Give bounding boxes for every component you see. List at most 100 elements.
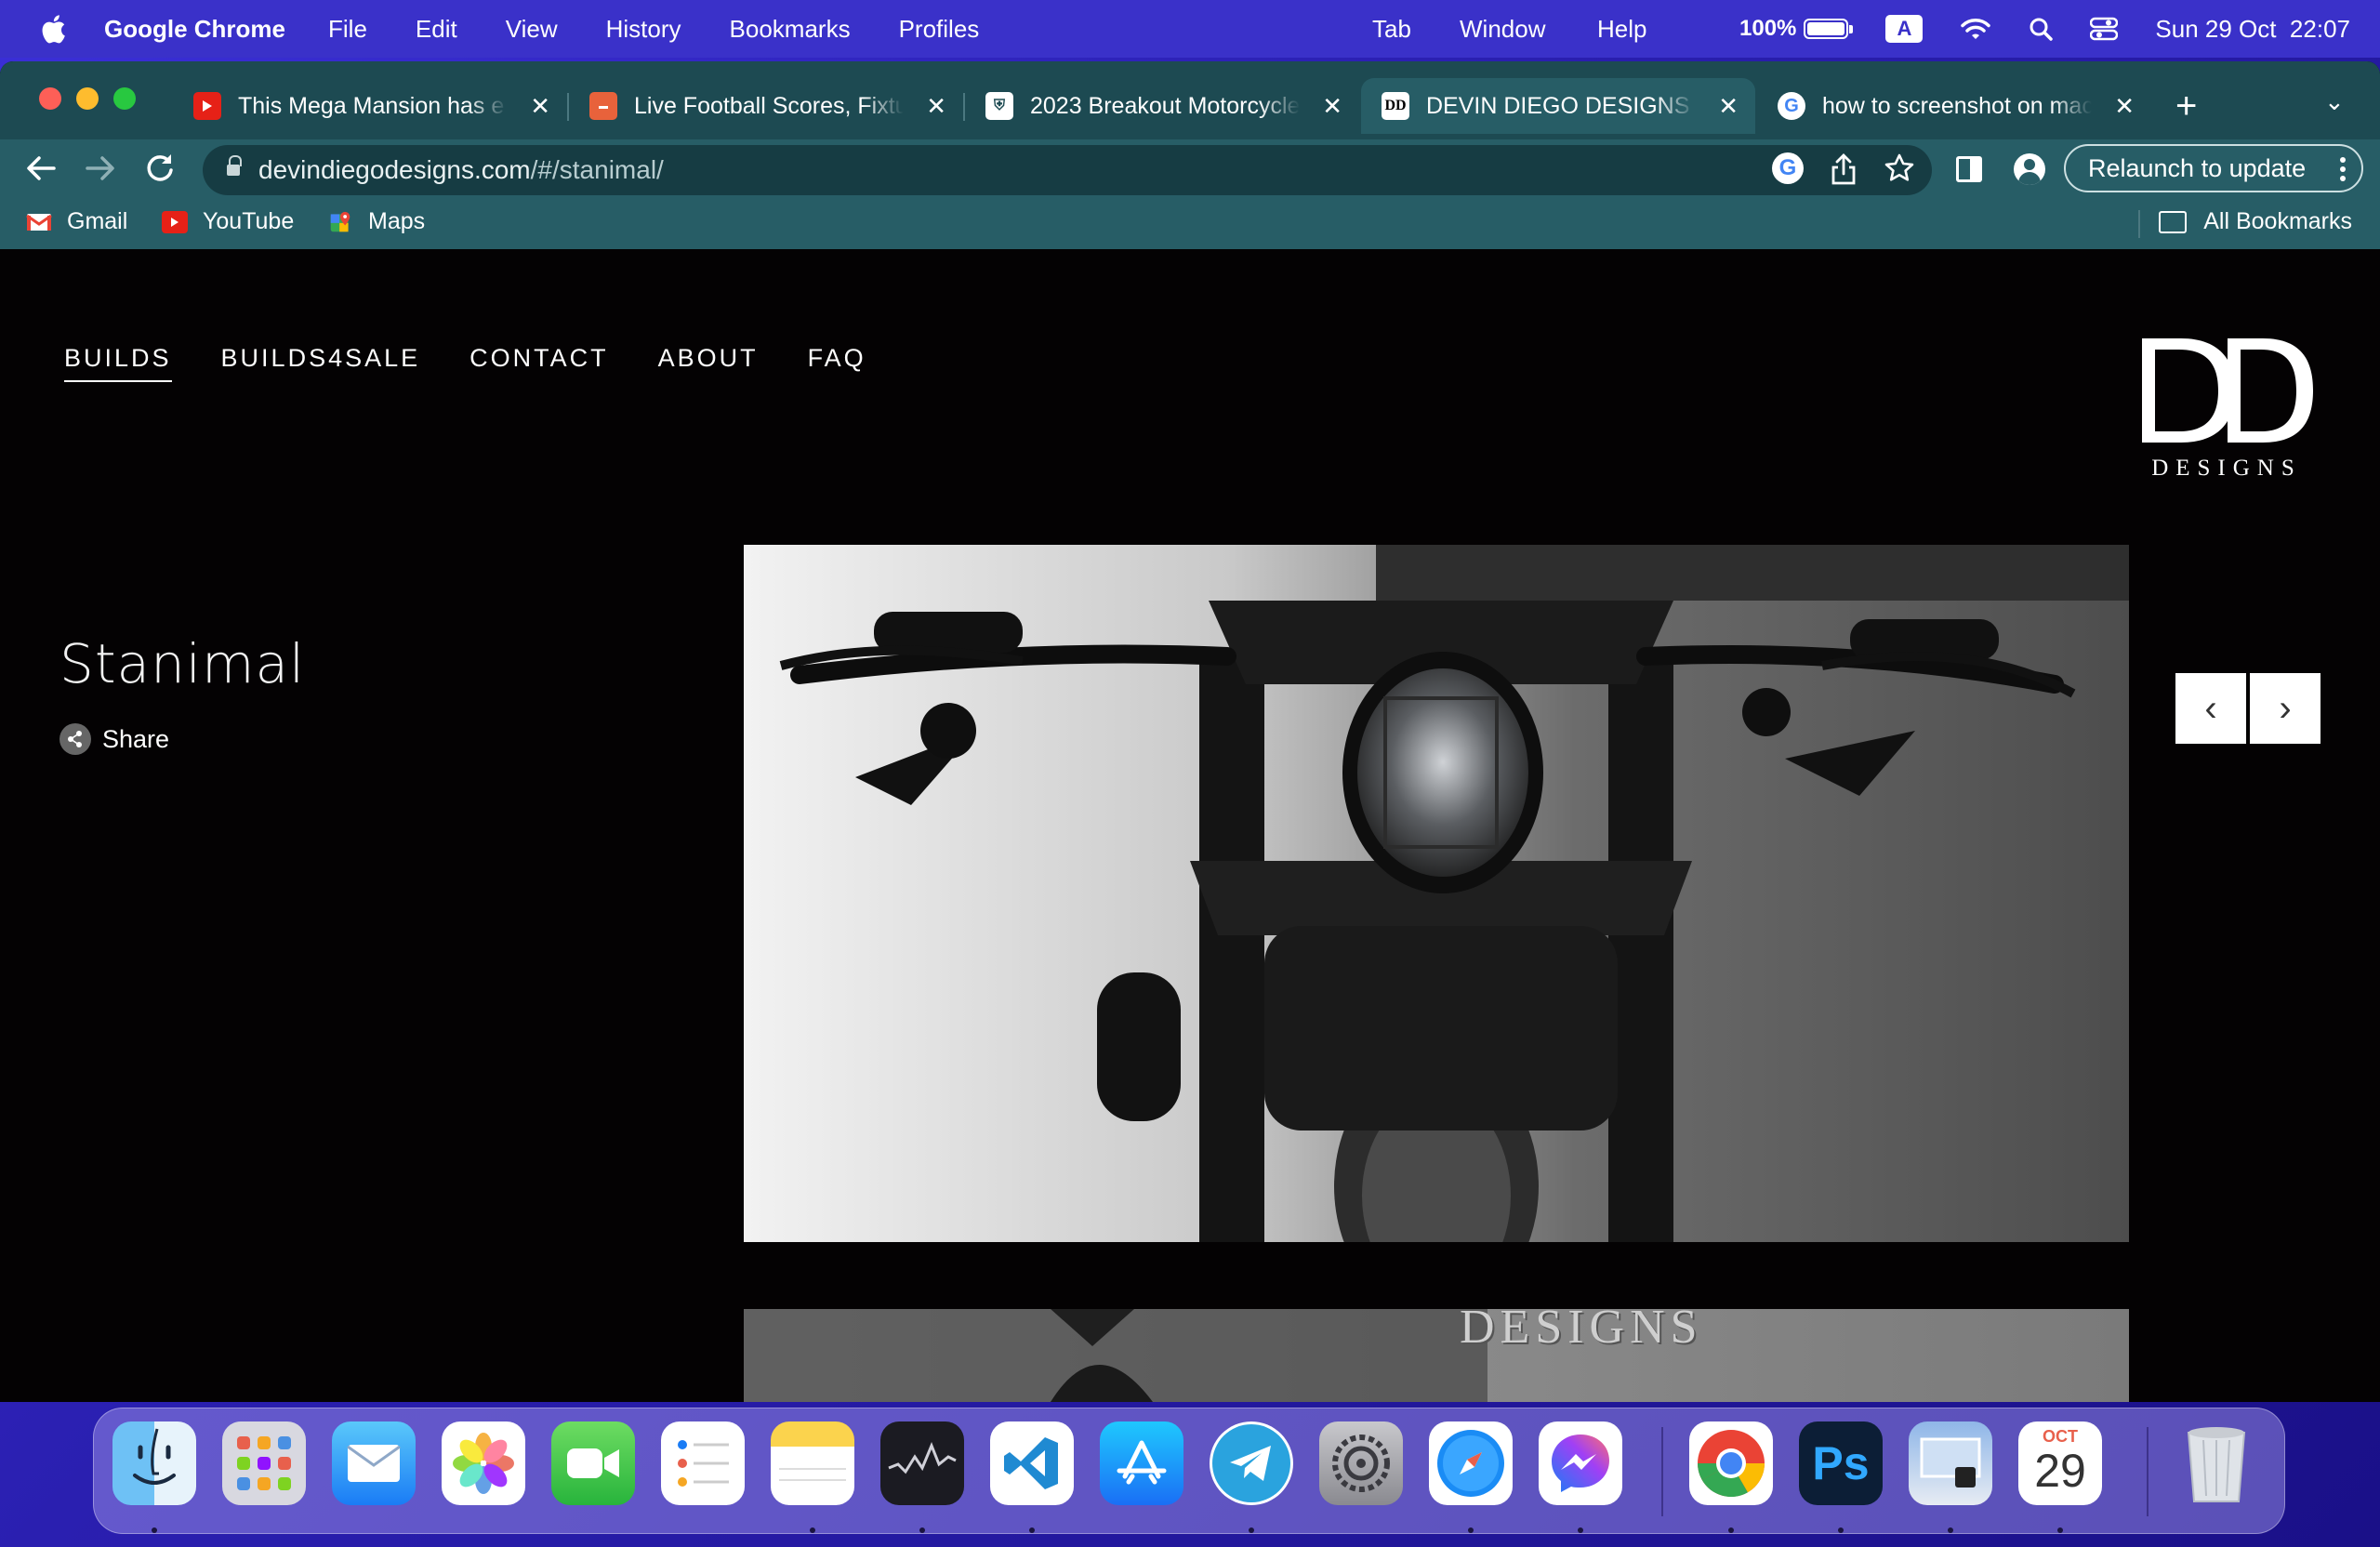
- calendar-icon[interactable]: OCT 29: [2018, 1421, 2102, 1505]
- bookmark-label: Maps: [368, 208, 426, 234]
- nav-faq[interactable]: FAQ: [808, 344, 866, 382]
- input-source-icon[interactable]: A: [1885, 15, 1924, 43]
- maps-icon: [330, 211, 350, 231]
- bookmarks-bar: Gmail YouTube Maps All Bookmarks: [0, 197, 2380, 249]
- reload-icon[interactable]: [141, 152, 178, 184]
- telegram-icon[interactable]: [1210, 1421, 1293, 1505]
- menu-file[interactable]: File: [328, 15, 367, 44]
- chrome-icon[interactable]: [1689, 1421, 1773, 1505]
- safari-icon[interactable]: [1429, 1421, 1513, 1505]
- dock-separator: [2147, 1427, 2149, 1516]
- side-panel-icon[interactable]: [1956, 156, 1982, 182]
- close-tab-icon[interactable]: ✕: [2114, 92, 2135, 121]
- livescore-icon: ▬: [589, 92, 617, 120]
- vscode-icon[interactable]: [990, 1421, 1074, 1505]
- lock-icon[interactable]: [227, 155, 242, 178]
- bookmarks-separator: [2138, 210, 2140, 238]
- photoshop-icon[interactable]: Ps: [1799, 1421, 1883, 1505]
- tab-title: how to screenshot on mac: [1822, 92, 2092, 119]
- battery-status[interactable]: 100%: [1739, 16, 1854, 42]
- tab-google-search[interactable]: G how to screenshot on mac ✕: [1757, 78, 2151, 134]
- notes-icon[interactable]: [771, 1421, 854, 1505]
- app-name-menu[interactable]: Google Chrome: [104, 15, 285, 44]
- nav-builds[interactable]: BUILDS: [64, 344, 172, 382]
- menu-window[interactable]: Window: [1460, 15, 1545, 44]
- close-tab-icon[interactable]: ✕: [926, 92, 946, 121]
- dd-logo-icon: DD: [1382, 92, 1409, 120]
- apple-menu-icon[interactable]: [39, 13, 67, 45]
- bookmark-maps[interactable]: Maps: [327, 208, 425, 235]
- preview-icon[interactable]: [1909, 1421, 1992, 1505]
- running-indicator-dot: [810, 1527, 815, 1533]
- close-tab-icon[interactable]: ✕: [1322, 92, 1342, 121]
- bookmark-star-icon[interactable]: [1884, 152, 1915, 184]
- facetime-icon[interactable]: [551, 1421, 635, 1505]
- appstore-icon[interactable]: [1100, 1421, 1183, 1505]
- close-window-button[interactable]: [39, 87, 61, 110]
- next-arrow-button[interactable]: ›: [2250, 673, 2320, 744]
- kebab-menu-icon[interactable]: [2339, 157, 2347, 181]
- calendar-day: 29: [2034, 1445, 2086, 1497]
- finder-icon[interactable]: [112, 1421, 196, 1505]
- all-bookmarks-label: All Bookmarks: [2203, 208, 2352, 234]
- spotlight-search-icon[interactable]: [2029, 17, 2054, 41]
- nav-about[interactable]: ABOUT: [658, 344, 759, 382]
- tab-youtube[interactable]: This Mega Mansion has e ✕: [173, 78, 567, 134]
- share-label: Share: [102, 724, 170, 753]
- bookmark-youtube[interactable]: YouTube: [162, 208, 294, 235]
- google-icon: G: [1778, 92, 1805, 120]
- share-page-icon[interactable]: [1830, 152, 1858, 186]
- address-bar[interactable]: devindiegodesigns.com/#/stanimal/ G: [203, 145, 1932, 195]
- menu-bookmarks[interactable]: Bookmarks: [730, 15, 851, 44]
- gmail-icon: [26, 213, 52, 231]
- close-tab-icon[interactable]: ✕: [1718, 92, 1739, 121]
- control-center-icon[interactable]: [2090, 17, 2119, 41]
- zoom-window-button[interactable]: [113, 87, 136, 110]
- wifi-icon[interactable]: [1960, 17, 1991, 41]
- nav-builds4sale[interactable]: BUILDS4SALE: [221, 344, 421, 382]
- photos-icon[interactable]: [442, 1421, 525, 1505]
- minimize-window-button[interactable]: [76, 87, 99, 110]
- menu-profiles[interactable]: Profiles: [899, 15, 980, 44]
- back-arrow-icon[interactable]: [22, 152, 60, 184]
- url-path: /#/stanimal/: [530, 155, 664, 184]
- all-bookmarks-button[interactable]: All Bookmarks: [2159, 208, 2352, 235]
- menu-help[interactable]: Help: [1597, 15, 1646, 44]
- profile-avatar-icon[interactable]: [2014, 153, 2045, 185]
- site-logo[interactable]: DESIGNS: [2138, 333, 2315, 491]
- settings-icon[interactable]: [1319, 1421, 1403, 1505]
- new-tab-plus-icon[interactable]: +: [2175, 86, 2197, 127]
- messenger-icon[interactable]: [1539, 1421, 1622, 1505]
- second-gallery-photo[interactable]: DESIGNS: [744, 1309, 2129, 1402]
- forward-arrow-icon[interactable]: [82, 152, 119, 184]
- stocks-icon[interactable]: [880, 1421, 964, 1505]
- menu-tab[interactable]: Tab: [1372, 15, 1411, 44]
- bookmark-gmail[interactable]: Gmail: [26, 208, 127, 235]
- motorcycle-photo[interactable]: [744, 545, 2129, 1242]
- tab-search-chevron-down-icon[interactable]: ⌄: [2324, 87, 2345, 116]
- tab-livescore[interactable]: ▬ Live Football Scores, Fixtu ✕: [569, 78, 963, 134]
- build-title: Stanimal: [60, 632, 306, 695]
- trash-icon[interactable]: [2175, 1421, 2258, 1505]
- youtube-icon: [162, 210, 188, 233]
- reminders-icon[interactable]: [661, 1421, 745, 1505]
- tab-harley[interactable]: ⛨ 2023 Breakout Motorcycle ✕: [965, 78, 1359, 134]
- running-indicator-dot: [1249, 1527, 1254, 1533]
- google-lens-icon[interactable]: G: [1772, 152, 1804, 184]
- running-indicator-dot: [1029, 1527, 1035, 1533]
- tab-devin-diego-designs[interactable]: DD DEVIN DIEGO DESIGNS – ✕: [1361, 78, 1755, 134]
- running-indicator-dot: [1728, 1527, 1734, 1533]
- menu-view[interactable]: View: [506, 15, 558, 44]
- relaunch-to-update-button[interactable]: Relaunch to update: [2064, 144, 2363, 192]
- clock[interactable]: Sun 29 Oct 22:07: [2155, 15, 2350, 44]
- menu-history[interactable]: History: [606, 15, 681, 44]
- share-button[interactable]: Share: [60, 723, 169, 755]
- mail-icon[interactable]: [332, 1421, 416, 1505]
- nav-contact[interactable]: CONTACT: [469, 344, 609, 382]
- close-tab-icon[interactable]: ✕: [530, 92, 550, 121]
- menu-edit[interactable]: Edit: [416, 15, 457, 44]
- prev-arrow-button[interactable]: ‹: [2175, 673, 2246, 744]
- gallery-nav: ‹ ›: [2175, 673, 2324, 744]
- launchpad-icon[interactable]: [222, 1421, 306, 1505]
- url-text[interactable]: devindiegodesigns.com/#/stanimal/: [258, 155, 664, 185]
